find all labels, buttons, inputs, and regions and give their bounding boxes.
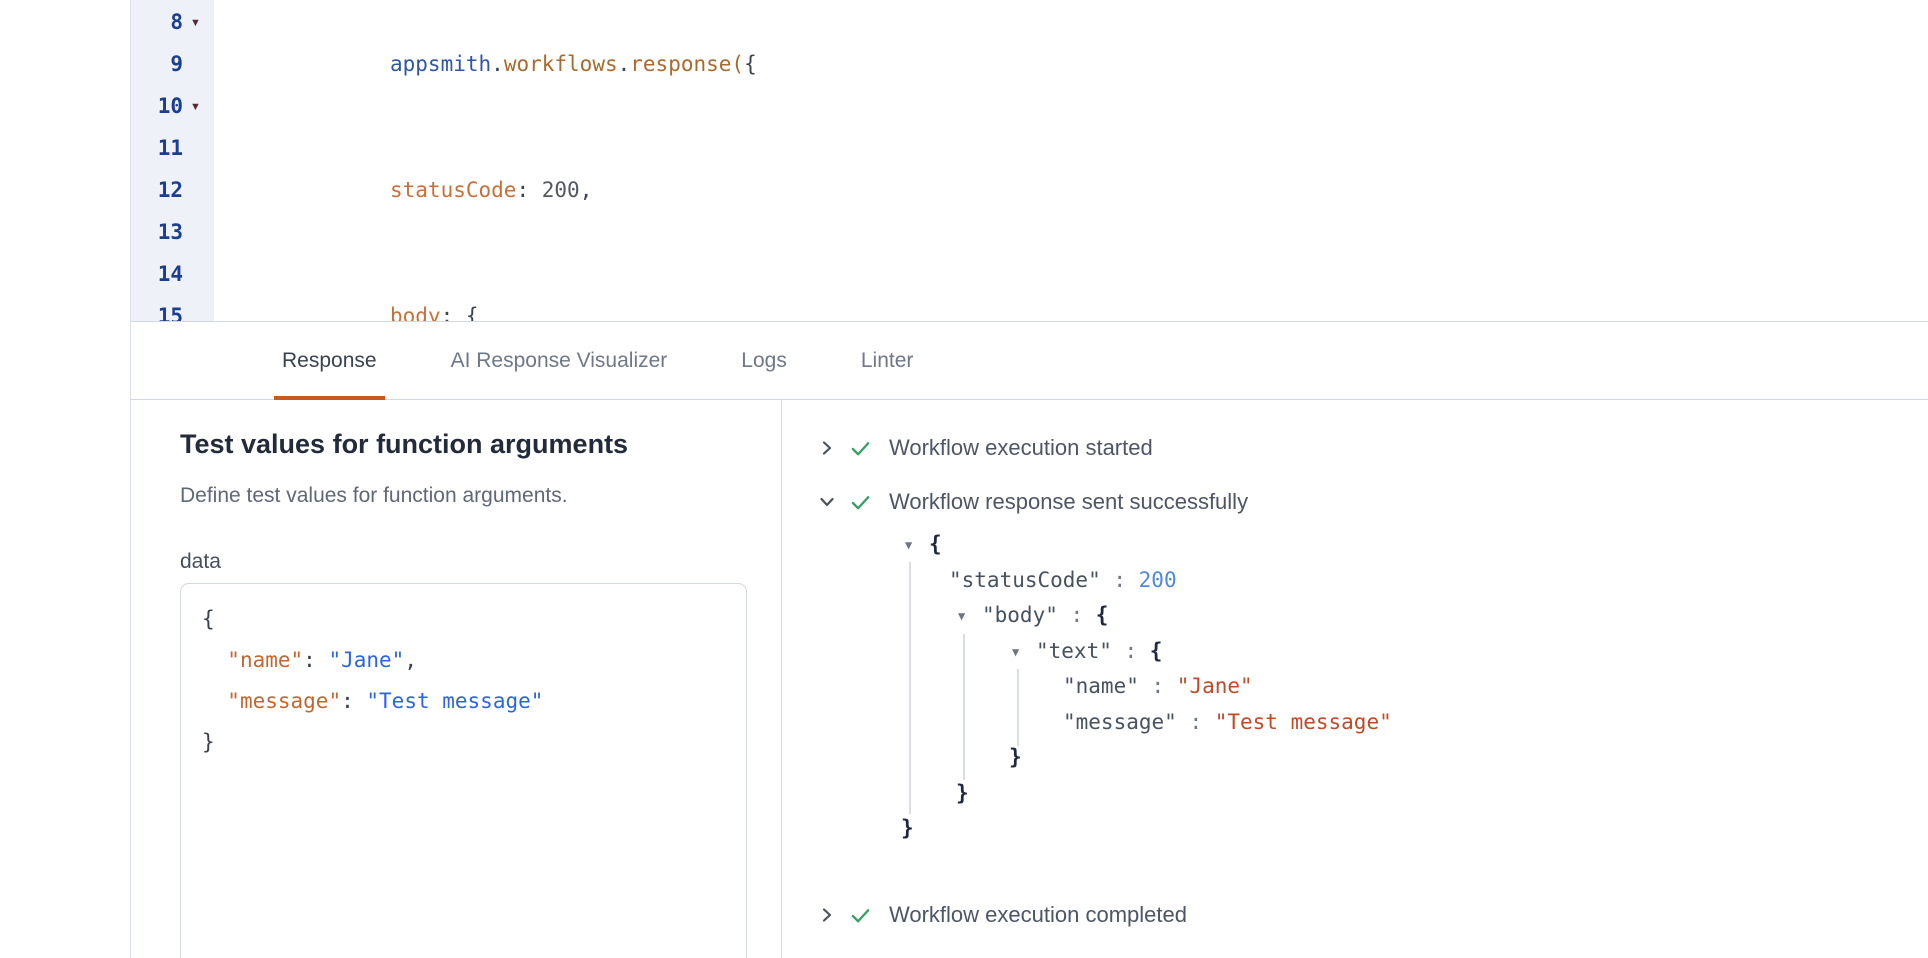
log-entry-execution-started[interactable]: Workflow execution started [819,431,1153,465]
chevron-down-icon[interactable] [819,494,835,510]
line-number: 13 [131,220,183,244]
fold-arrow-icon[interactable]: ▼ [190,17,201,29]
gutter-row: 13 [131,211,214,253]
gutter-row: 12 [131,169,214,211]
log-entry-label: Workflow execution completed [889,902,1187,928]
tree-row-text: ▼"text" : { [891,634,1392,670]
collapse-arrow-icon[interactable]: ▼ [905,528,929,564]
json-line: "message": "Test message" [202,681,746,722]
tree-row-statuscode: "statusCode" : 200 [891,563,1392,599]
gutter-row: 9 [131,43,214,85]
gutter-row: 8 ▼ [131,1,214,43]
success-check-icon [849,491,872,514]
tree-close-text: } [891,740,1392,776]
tree-close-body: } [891,776,1392,812]
gutter-row: 11 [131,127,214,169]
collapse-arrow-icon[interactable]: ▼ [958,599,982,635]
line-number: 8 [131,10,183,34]
collapse-arrow-icon[interactable]: ▼ [1012,635,1036,671]
tab-logs[interactable]: Logs [733,322,795,399]
tree-row-name: "name" : "Jane" [891,669,1392,705]
tree-row-body: ▼"body" : { [891,598,1392,634]
code-line-9: statusCode: 200, [365,169,757,211]
tree-row-message: "message" : "Test message" [891,705,1392,741]
fold-arrow-icon[interactable]: ▼ [190,101,201,113]
tab-response[interactable]: Response [274,322,385,399]
workflow-editor-page: 8 ▼ 9 10 ▼ 11 12 13 [0,0,1928,958]
gutter-row: 15 [131,295,214,322]
gutter-row: 10 ▼ [131,85,214,127]
tree-close-root: } [891,811,1392,847]
code-line-10: body: { [365,295,757,322]
json-line: "name": "Jane", [202,640,746,681]
tab-ai-response-visualizer[interactable]: AI Response Visualizer [443,322,676,399]
line-number: 11 [131,136,183,160]
response-json-tree: ▼{ "statusCode" : 200 ▼"body" : { ▼"text… [891,527,1392,847]
line-number: 10 [131,94,183,118]
log-entry-label: Workflow response sent successfully [889,489,1248,515]
chevron-right-icon[interactable] [819,440,835,456]
log-entry-response-sent[interactable]: Workflow response sent successfully [819,485,1248,519]
log-entry-label: Workflow execution started [889,435,1153,461]
tree-root-open: ▼{ [891,527,1392,563]
success-check-icon [849,904,872,927]
gutter-row: 14 [131,253,214,295]
panel-title: Test values for function arguments [180,429,628,460]
editor-gutter: 8 ▼ 9 10 ▼ 11 12 13 [131,0,214,321]
code-content[interactable]: appsmith.workflows.response({ statusCode… [365,1,757,322]
line-number: 14 [131,262,183,286]
chevron-right-icon[interactable] [819,907,835,923]
response-pane-tabbar: Response AI Response Visualizer Logs Lin… [130,322,1928,400]
json-line: } [202,722,746,763]
tab-linter[interactable]: Linter [853,322,922,399]
code-line-8: appsmith.workflows.response({ [365,43,757,85]
success-check-icon [849,437,872,460]
log-entry-execution-completed[interactable]: Workflow execution completed [819,898,1187,932]
json-line: { [202,599,746,640]
test-values-panel: Test values for function arguments Defin… [131,400,782,958]
line-number: 9 [131,52,183,76]
code-editor[interactable]: 8 ▼ 9 10 ▼ 11 12 13 [130,0,1928,322]
response-pane: Test values for function arguments Defin… [130,400,1928,958]
panel-subtitle: Define test values for function argument… [180,484,568,508]
data-field-label: data [180,550,221,574]
line-number: 12 [131,178,183,202]
data-json-input[interactable]: { "name": "Jane", "message": "Test messa… [180,583,747,958]
line-number: 15 [131,304,183,322]
